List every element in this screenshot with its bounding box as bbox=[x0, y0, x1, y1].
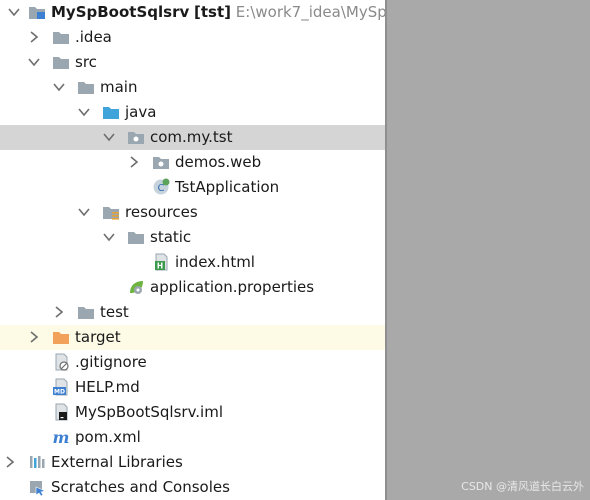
svg-text:C: C bbox=[158, 183, 165, 194]
tree-label-gitignore: .gitignore bbox=[75, 353, 147, 371]
libraries-icon bbox=[30, 456, 45, 468]
spring-properties-icon bbox=[130, 281, 143, 294]
tree-row-test[interactable]: test bbox=[0, 300, 385, 325]
chevron-right-icon[interactable] bbox=[27, 330, 41, 344]
tree-label-demos: demos.web bbox=[175, 153, 262, 171]
chevron-right-icon[interactable] bbox=[3, 455, 17, 469]
folder-icon bbox=[78, 307, 94, 319]
scratches-icon bbox=[30, 481, 46, 496]
package-icon bbox=[128, 132, 144, 144]
spring-boot-class-icon: C bbox=[153, 178, 170, 195]
tree-row-help-md[interactable]: MD HELP.md bbox=[0, 375, 385, 400]
html-file-icon: H bbox=[155, 253, 168, 271]
tree-label-external-libraries: External Libraries bbox=[51, 453, 183, 471]
tree-row-package[interactable]: com.my.tst bbox=[0, 125, 385, 150]
tree-label-java: java bbox=[125, 103, 157, 121]
source-folder-icon bbox=[103, 107, 119, 119]
tree-row-app-class[interactable]: C TstApplication bbox=[0, 175, 385, 200]
tree-label-target: target bbox=[75, 328, 121, 346]
svg-text:H: H bbox=[157, 262, 163, 271]
folder-icon bbox=[53, 32, 69, 44]
chevron-down-icon[interactable] bbox=[52, 80, 66, 94]
chevron-right-icon[interactable] bbox=[127, 155, 141, 169]
resources-folder-icon bbox=[103, 207, 119, 220]
chevron-down-icon[interactable] bbox=[7, 5, 21, 19]
tree-row-resources[interactable]: resources bbox=[0, 200, 385, 225]
svg-text:MD: MD bbox=[54, 389, 65, 396]
tree-label-src: src bbox=[75, 53, 97, 71]
tree-row-pom[interactable]: m pom.xml bbox=[0, 425, 385, 450]
tree-label-package: com.my.tst bbox=[150, 128, 233, 146]
tree-label-resources: resources bbox=[125, 203, 198, 221]
tree-row-scratches[interactable]: Scratches and Consoles bbox=[0, 475, 385, 500]
chevron-down-icon[interactable] bbox=[77, 205, 91, 219]
tree-row-index-html[interactable]: H index.html bbox=[0, 250, 385, 275]
tree-label-app-props: application.properties bbox=[150, 278, 315, 296]
maven-file-icon: m bbox=[53, 428, 70, 446]
project-path: E:\work7_idea\MySpBoot bbox=[235, 3, 385, 21]
folder-icon bbox=[53, 57, 69, 69]
project-tree: MySpBootSqlsrv [tst] E:\work7_idea\MySpB… bbox=[0, 0, 385, 500]
chevron-down-icon[interactable] bbox=[77, 105, 91, 119]
markdown-file-icon: MD bbox=[53, 378, 68, 396]
tree-row-static[interactable]: static bbox=[0, 225, 385, 250]
project-name-label: MySpBootSqlsrv [tst] E:\work7_idea\MySpB… bbox=[51, 3, 385, 22]
tree-row-idea[interactable]: .idea bbox=[0, 25, 385, 50]
folder-icon bbox=[128, 232, 144, 244]
tree-row-java[interactable]: java bbox=[0, 100, 385, 125]
folder-icon bbox=[78, 82, 94, 94]
package-icon bbox=[153, 157, 169, 169]
tree-row-main[interactable]: main bbox=[0, 75, 385, 100]
chevron-down-icon[interactable] bbox=[102, 130, 116, 144]
chevron-down-icon[interactable] bbox=[27, 55, 41, 69]
tree-label-static: static bbox=[150, 228, 192, 246]
project-tag: [tst] bbox=[194, 3, 232, 21]
module-file-icon bbox=[55, 403, 68, 421]
watermark: CSDN @清风道长白云外 bbox=[461, 480, 584, 493]
tree-label-help-md: HELP.md bbox=[75, 378, 140, 396]
tree-label-app-class: TstApplication bbox=[175, 178, 280, 196]
tree-row-project-root[interactable]: MySpBootSqlsrv [tst] E:\work7_idea\MySpB… bbox=[0, 0, 385, 25]
tree-row-demos[interactable]: demos.web bbox=[0, 150, 385, 175]
tree-row-gitignore[interactable]: .gitignore bbox=[0, 350, 385, 375]
tree-row-src[interactable]: src bbox=[0, 50, 385, 75]
tree-label-pom: pom.xml bbox=[75, 428, 141, 446]
tree-row-app-props[interactable]: application.properties bbox=[0, 275, 385, 300]
ignore-file-icon bbox=[55, 353, 69, 371]
tree-label-index-html: index.html bbox=[175, 253, 255, 271]
chevron-down-icon[interactable] bbox=[102, 230, 116, 244]
tree-label-iml: MySpBootSqlsrv.iml bbox=[75, 403, 224, 421]
tree-label-main: main bbox=[100, 78, 138, 96]
project-name: MySpBootSqlsrv bbox=[51, 3, 190, 21]
chevron-right-icon[interactable] bbox=[52, 305, 66, 319]
tree-row-target[interactable]: target bbox=[0, 325, 385, 350]
module-folder-icon bbox=[29, 7, 45, 19]
tree-row-iml[interactable]: MySpBootSqlsrv.iml bbox=[0, 400, 385, 425]
editor-area: CSDN @清风道长白云外 bbox=[387, 0, 590, 500]
tree-label-idea: .idea bbox=[75, 28, 112, 46]
tree-label-test: test bbox=[100, 303, 129, 321]
chevron-right-icon[interactable] bbox=[27, 30, 41, 44]
tree-label-scratches: Scratches and Consoles bbox=[51, 478, 230, 496]
excluded-folder-icon bbox=[53, 332, 69, 344]
svg-text:m: m bbox=[53, 428, 70, 446]
tree-row-external-libraries[interactable]: External Libraries bbox=[0, 450, 385, 475]
